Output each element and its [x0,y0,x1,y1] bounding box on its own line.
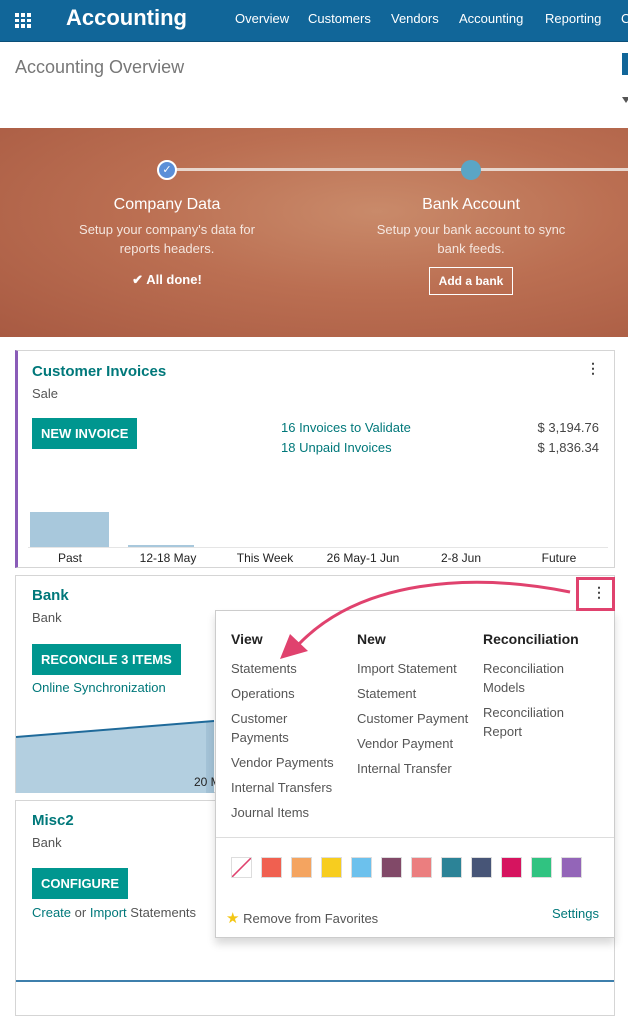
online-sync-link[interactable]: Online Synchronization [32,680,166,695]
color-swatch[interactable] [321,857,342,878]
chart-x-label: Past [57,551,82,565]
chart-area [16,721,214,793]
chart-x-label: 26 May-1 Jun [326,551,400,565]
step-bank-account: Bank Account Setup your bank account to … [341,196,601,295]
color-swatch[interactable] [291,857,312,878]
divider [216,837,614,838]
menu-accounting[interactable]: Accounting [459,11,523,26]
bank-kebab-menu-icon[interactable]: ⋮ [592,584,606,601]
menu-item-customer-payments[interactable]: Customer Payments [231,709,321,747]
create-import-statements: Create or Import Statements [32,905,196,920]
menu-configuration[interactable]: C [621,11,628,26]
menu-customers[interactable]: Customers [308,11,371,26]
color-swatch[interactable] [531,857,552,878]
card-subtitle: Bank [32,835,62,850]
app-title[interactable]: Accounting [66,5,187,31]
card-title[interactable]: Customer Invoices [32,363,166,380]
chart-baseline [28,547,608,548]
chart-x-label: Future [541,551,577,565]
reconciliation-header: Reconciliation [483,631,579,647]
filter-icon[interactable] [622,97,628,103]
new-invoice-button[interactable]: NEW INVOICE [32,418,138,449]
color-swatch[interactable] [411,857,432,878]
kebab-menu-icon[interactable]: ⋮ [586,360,600,377]
card-title[interactable]: Bank [32,587,69,604]
menu-item-internal-transfer[interactable]: Internal Transfer [357,759,452,778]
reconcile-button[interactable]: RECONCILE 3 ITEMS [32,644,181,675]
step-description: Setup your company's data for reports he… [79,222,255,256]
menu-item-reconciliation-models[interactable]: Reconciliation Models [483,659,578,697]
menu-item-vendor-payment[interactable]: Vendor Payment [357,734,453,753]
apps-grid-icon[interactable] [15,13,32,28]
color-swatch[interactable] [441,857,462,878]
progress-line [167,168,628,171]
chart-bar-12-18-may[interactable] [128,545,194,547]
step-title: Bank Account [422,196,520,213]
menu-overview[interactable]: Overview [235,11,289,26]
step-status: ✔ All done! [37,272,297,288]
menu-item-reconciliation-report[interactable]: Reconciliation Report [483,703,578,741]
card-title[interactable]: Misc2 [32,812,74,829]
menu-item-customer-payment[interactable]: Customer Payment [357,709,468,728]
menu-vendors[interactable]: Vendors [391,11,439,26]
search-input[interactable] [622,53,628,75]
menu-item-import-statement[interactable]: Import Statement [357,659,457,678]
create-link[interactable]: Create [32,905,71,920]
statements-text: Statements [126,905,197,920]
check-icon: ✔ [132,272,147,287]
unpaid-invoices-amount: $ 1,836.34 [537,440,599,455]
menu-reporting[interactable]: Reporting [545,11,601,26]
color-swatch[interactable] [501,857,522,878]
color-swatch[interactable] [561,857,582,878]
configure-button[interactable]: CONFIGURE [32,868,128,899]
invoices-to-validate-amount: $ 3,194.76 [537,420,599,435]
menu-item-statements[interactable]: Statements [231,659,297,678]
chart-bar-past[interactable] [30,512,109,547]
chart-x-label: 12-18 May [139,551,197,565]
remove-favorites-button[interactable]: ★ Remove from Favorites [226,909,378,927]
color-swatch[interactable] [381,857,402,878]
color-swatch[interactable] [261,857,282,878]
or-text: or [71,905,90,920]
step-status-text: All done! [146,272,202,287]
menu-item-operations[interactable]: Operations [231,684,295,703]
top-navbar: Accounting Overview Customers Vendors Ac… [0,0,628,42]
invoices-to-validate-link[interactable]: 16 Invoices to Validate [281,420,411,435]
menu-item-internal-transfers[interactable]: Internal Transfers [231,778,332,797]
card-subtitle: Bank [32,610,62,625]
step-pending-dot-icon [461,160,481,180]
step-description: Setup your bank account to sync bank fee… [376,222,566,256]
invoice-chart[interactable]: Past 12-18 May This Week 26 May-1 Jun 2-… [18,511,615,569]
import-link[interactable]: Import [90,905,127,920]
add-bank-button[interactable]: Add a bank [428,267,514,295]
unpaid-invoices-link[interactable]: 18 Unpaid Invoices [281,440,392,455]
journal-dropdown-menu: View New Reconciliation Statements Opera… [215,610,615,938]
star-icon: ★ [226,910,240,927]
chart-line [16,980,614,982]
chart-x-label: 2-8 Jun [440,551,482,565]
new-header: New [357,631,386,647]
onboarding-banner: ✓ Company Data Setup your company's data… [0,128,628,337]
color-swatch[interactable] [351,857,372,878]
view-header: View [231,631,263,647]
menu-item-journal-items[interactable]: Journal Items [231,803,309,822]
menu-item-vendor-payments[interactable]: Vendor Payments [231,753,334,772]
step-company-data: Company Data Setup your company's data f… [37,196,297,288]
customer-invoices-card: Customer Invoices Sale ⋮ NEW INVOICE 16 … [15,350,615,568]
color-swatch[interactable] [471,857,492,878]
step-title: Company Data [113,196,221,213]
chart-x-label: This Week [236,551,294,565]
page-title: Accounting Overview [15,57,185,77]
card-subtitle: Sale [32,386,59,401]
remove-favorites-label: Remove from Favorites [243,911,379,926]
step-done-check-icon: ✓ [157,160,177,180]
settings-link[interactable]: Settings [552,906,599,921]
menu-item-statement[interactable]: Statement [357,684,416,703]
color-swatch-none[interactable] [231,857,252,878]
